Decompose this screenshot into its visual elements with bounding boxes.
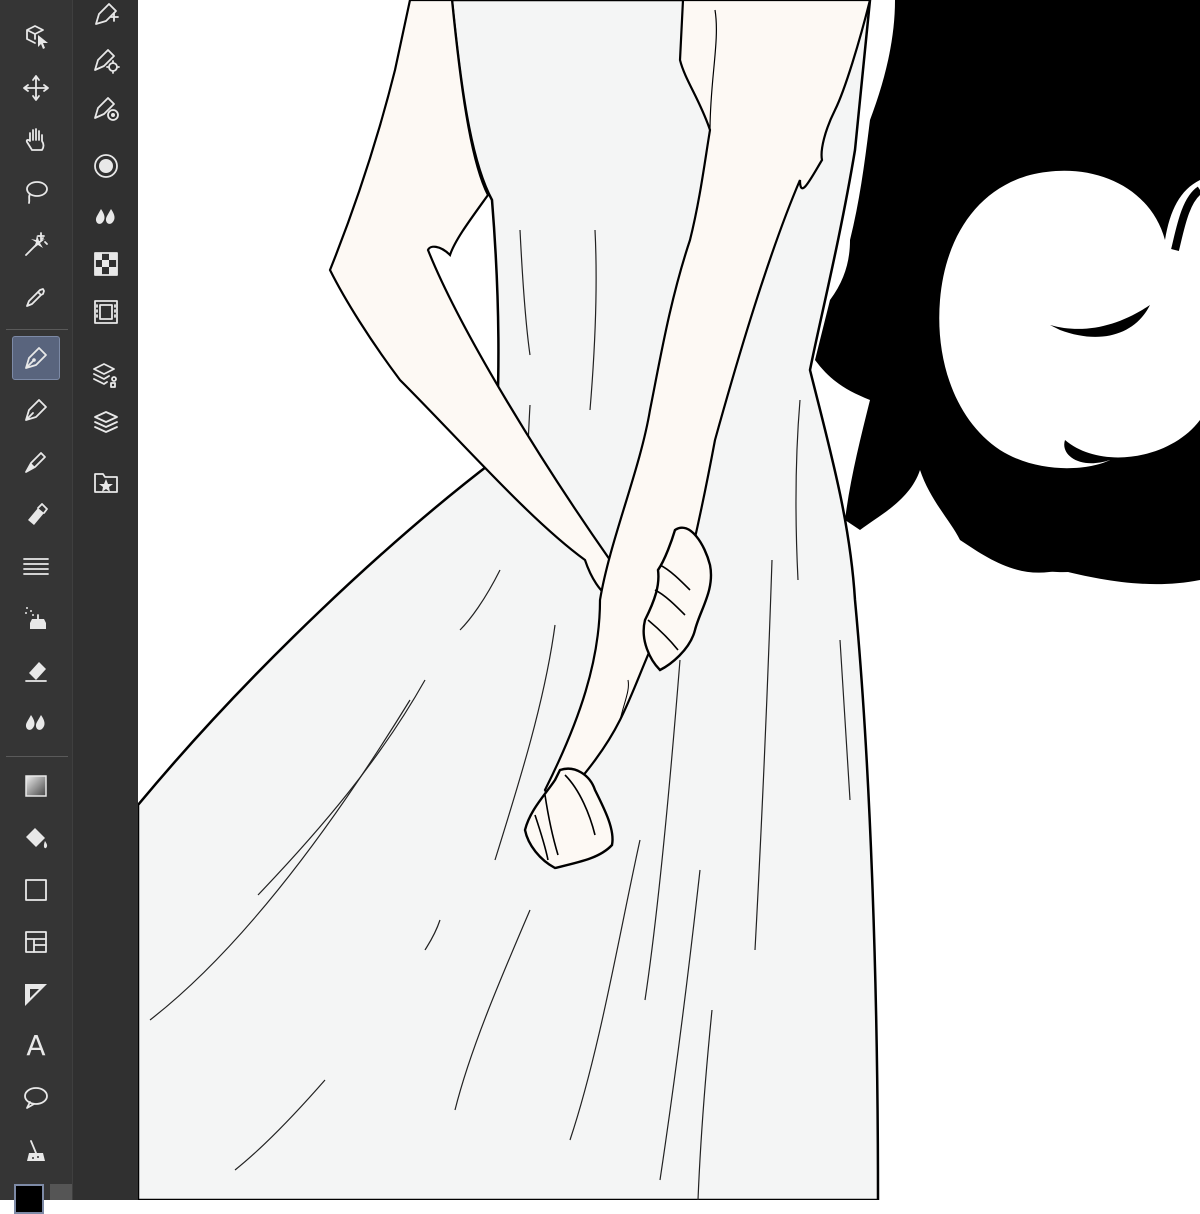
artwork-illustration <box>138 0 1200 1200</box>
checker-icon[interactable] <box>82 242 130 286</box>
hand-icon[interactable] <box>12 118 60 162</box>
marker-icon[interactable] <box>12 492 60 536</box>
drops-icon[interactable] <box>82 194 130 238</box>
pen-tool-icon[interactable] <box>12 336 60 380</box>
main-color-swatch[interactable] <box>14 1184 44 1214</box>
text-tool-glyph: A <box>26 1029 46 1062</box>
vector-settings-icon[interactable] <box>82 38 130 82</box>
tool-palette: A <box>0 0 72 1214</box>
speech-balloon-icon[interactable] <box>12 1076 60 1120</box>
hair-shape <box>815 0 1200 585</box>
frame-border-icon[interactable] <box>12 920 60 964</box>
blend-icon[interactable] <box>12 700 60 744</box>
sub-color-swatch[interactable] <box>50 1184 72 1200</box>
magic-wand-icon[interactable] <box>12 222 60 266</box>
layers-icon[interactable] <box>82 400 130 444</box>
pencil-icon[interactable] <box>12 388 60 432</box>
gradient-icon[interactable] <box>12 764 60 808</box>
parallel-lines-icon[interactable] <box>12 544 60 588</box>
airbrush-icon[interactable] <box>12 596 60 640</box>
rectangle-shape-icon[interactable] <box>12 868 60 912</box>
toolbar-divider <box>6 756 68 757</box>
ruler-icon[interactable] <box>12 972 60 1016</box>
film-icon[interactable] <box>82 290 130 334</box>
text-tool-icon[interactable]: A <box>12 1024 60 1068</box>
sub-tool-palette <box>72 0 139 1200</box>
operation-tool-icon[interactable] <box>12 14 60 58</box>
eyedropper-icon[interactable] <box>12 274 60 318</box>
circle-ring-icon[interactable] <box>82 144 130 188</box>
star-folder-icon[interactable] <box>82 460 130 504</box>
drawing-canvas[interactable] <box>138 0 1200 1200</box>
move-layer-icon[interactable] <box>12 66 60 110</box>
toolbar-divider <box>6 329 68 330</box>
fill-bucket-icon[interactable] <box>12 816 60 860</box>
vector-target-icon[interactable] <box>82 86 130 130</box>
eraser-icon[interactable] <box>12 648 60 692</box>
vector-edit-icon[interactable] <box>82 0 130 36</box>
layer-settings-icon[interactable] <box>82 352 130 396</box>
correct-line-icon[interactable] <box>12 1128 60 1172</box>
lasso-icon[interactable] <box>12 170 60 214</box>
brush-icon[interactable] <box>12 440 60 484</box>
